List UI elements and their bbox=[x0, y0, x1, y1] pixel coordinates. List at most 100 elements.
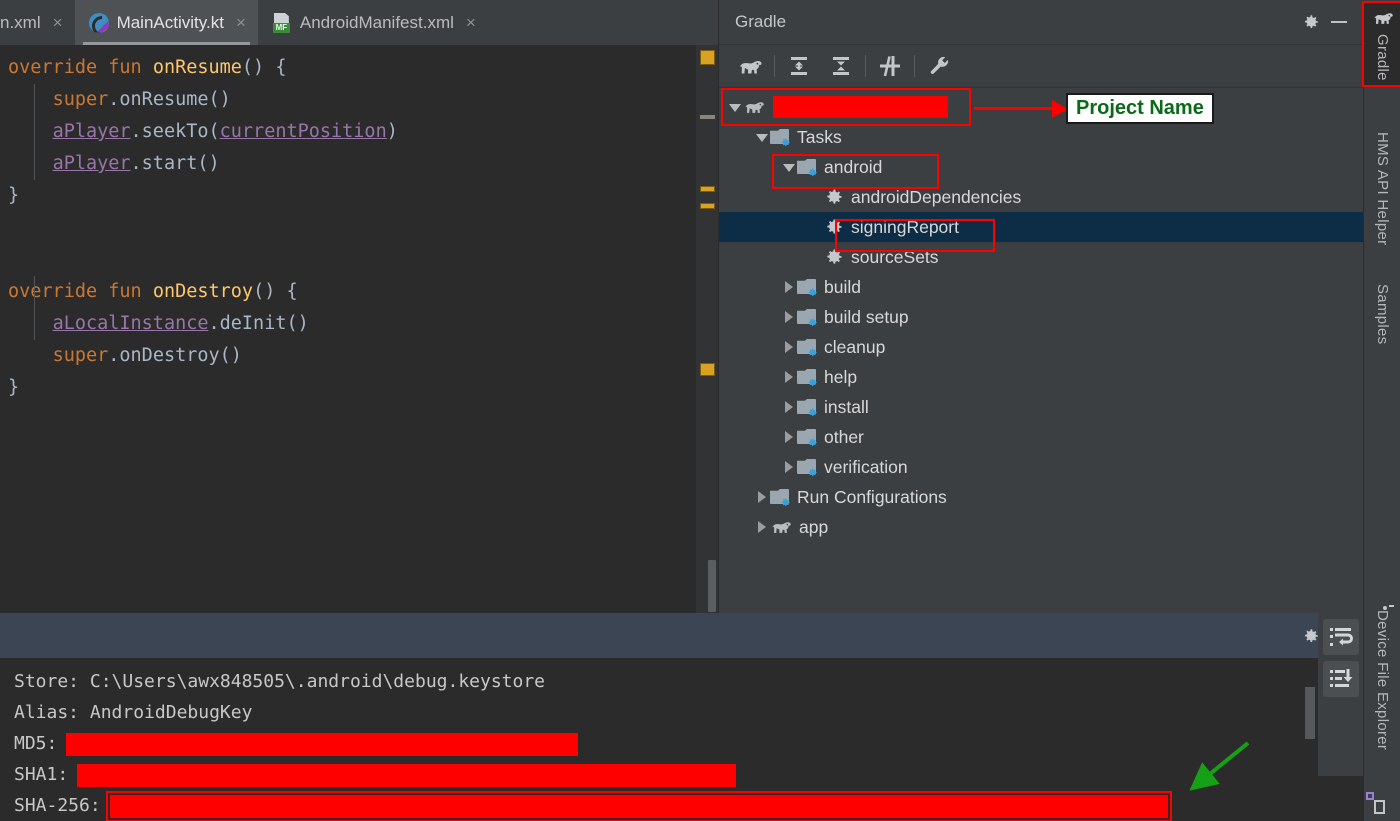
right-tab-label: Device File Explorer bbox=[1374, 610, 1391, 751]
chevron-right-icon[interactable] bbox=[781, 279, 797, 295]
right-tab-device-file-explorer[interactable]: Device File Explorer bbox=[1364, 600, 1400, 754]
code-content[interactable]: override fun onResume() { super.onResume… bbox=[0, 45, 718, 404]
code-editor[interactable]: override fun onResume() { super.onResume… bbox=[0, 45, 718, 613]
folder-gear-icon bbox=[797, 308, 817, 327]
chevron-right-icon[interactable] bbox=[781, 369, 797, 385]
chevron-right-icon[interactable] bbox=[754, 489, 770, 505]
editor-tab-xml[interactable]: n.xml × bbox=[0, 0, 75, 45]
warning-marker[interactable] bbox=[700, 363, 715, 376]
chevron-right-icon[interactable] bbox=[781, 399, 797, 415]
right-tab-label: Samples bbox=[1374, 284, 1391, 345]
tree-item-label: androidDependencies bbox=[851, 186, 1022, 207]
editor-tab-label: MainActivity.kt bbox=[116, 12, 224, 32]
code-line: } bbox=[8, 377, 20, 398]
folder-gear-icon bbox=[797, 278, 817, 297]
right-tab-samples[interactable]: Samples bbox=[1364, 280, 1400, 348]
console-line-label: MD5: bbox=[14, 733, 58, 754]
run-output-panel: Store: C:\Users\awx848505\.android\debug… bbox=[0, 613, 1363, 821]
editor-vertical-scrollbar[interactable] bbox=[708, 560, 716, 612]
scroll-to-end-button[interactable] bbox=[1322, 661, 1359, 697]
gradle-minimize-icon[interactable] bbox=[1325, 8, 1353, 36]
tree-item-install[interactable]: install bbox=[719, 392, 1363, 422]
chevron-right-icon[interactable] bbox=[781, 459, 797, 475]
folder-gear-icon bbox=[797, 338, 817, 357]
tree-item-verification[interactable]: verification bbox=[719, 452, 1363, 482]
code-line: aPlayer.seekTo(currentPosition) bbox=[52, 121, 398, 142]
console-line-label: SHA1: bbox=[14, 764, 69, 785]
toggle-offline-mode-button[interactable] bbox=[869, 48, 911, 84]
editor-error-stripe[interactable] bbox=[696, 45, 718, 613]
folder-gear-icon bbox=[797, 368, 817, 387]
collapse-all-button[interactable] bbox=[820, 48, 862, 84]
right-tab-hms-api-helper[interactable]: HMS API Helper bbox=[1364, 128, 1400, 249]
chevron-right-icon[interactable] bbox=[781, 309, 797, 325]
console-line: Alias: AndroidDebugKey bbox=[14, 697, 1363, 728]
close-icon[interactable]: × bbox=[466, 14, 476, 31]
tree-item-cleanup[interactable]: cleanup bbox=[719, 332, 1363, 362]
gradle-task-tree[interactable]: Tasks android androidDependencies signingRe… bbox=[719, 88, 1363, 613]
task-gear-icon bbox=[824, 217, 844, 237]
editor-tab-manifest[interactable]: MF AndroidManifest.xml × bbox=[258, 0, 488, 45]
tree-item-other[interactable]: other bbox=[719, 422, 1363, 452]
code-line: override fun onDestroy() { bbox=[8, 281, 298, 302]
chevron-right-icon[interactable] bbox=[781, 429, 797, 445]
redacted-value bbox=[66, 732, 579, 756]
tree-item-source-sets[interactable]: sourceSets bbox=[719, 242, 1363, 272]
indent-guide bbox=[34, 276, 35, 340]
editor-tab-label: n.xml bbox=[0, 12, 41, 32]
task-gear-icon bbox=[824, 247, 844, 267]
console-line: MD5: bbox=[14, 728, 1363, 759]
tree-item-tasks[interactable]: Tasks bbox=[719, 122, 1363, 152]
tree-item-label: sourceSets bbox=[851, 246, 939, 267]
tree-item-build[interactable]: build bbox=[719, 272, 1363, 302]
tree-item-app[interactable]: app bbox=[719, 512, 1363, 542]
elephant-icon bbox=[743, 98, 765, 116]
tree-item-build-setup[interactable]: build setup bbox=[719, 302, 1363, 332]
close-icon[interactable]: × bbox=[236, 14, 246, 31]
tree-item-android[interactable]: android bbox=[719, 152, 1363, 182]
tree-item-help[interactable]: help bbox=[719, 362, 1363, 392]
kotlin-file-icon bbox=[88, 12, 109, 33]
close-icon[interactable]: × bbox=[53, 14, 63, 31]
chevron-right-icon[interactable] bbox=[781, 339, 797, 355]
tree-item-android-dependencies[interactable]: androidDependencies bbox=[719, 182, 1363, 212]
soft-wrap-toggle-button[interactable] bbox=[1322, 619, 1359, 655]
tree-item-label: app bbox=[799, 516, 829, 537]
execute-gradle-task-button[interactable] bbox=[729, 48, 771, 84]
changed-lines-marker[interactable] bbox=[700, 115, 715, 119]
run-panel-header bbox=[0, 613, 1363, 658]
console-vertical-scrollbar[interactable] bbox=[1305, 687, 1315, 739]
chevron-down-icon[interactable] bbox=[754, 129, 770, 145]
warning-marker[interactable] bbox=[700, 50, 715, 65]
code-line: super.onResume() bbox=[52, 89, 231, 110]
console-line-label: SHA-256: bbox=[14, 795, 101, 816]
editor-tab-mainactivity[interactable]: MainActivity.kt × bbox=[74, 0, 258, 45]
folder-gear-icon bbox=[797, 458, 817, 477]
gradle-settings-wrench-icon[interactable] bbox=[918, 48, 960, 84]
annotation-arrow-line bbox=[974, 107, 1054, 110]
warning-marker[interactable] bbox=[700, 203, 715, 209]
console-line-value: C:\Users\awx848505\.android\debug.keysto… bbox=[79, 671, 546, 692]
tree-item-signing-report[interactable]: signingReport bbox=[719, 212, 1363, 242]
tree-item-label: build bbox=[824, 276, 861, 297]
android-manifest-icon: MF bbox=[272, 12, 292, 33]
tree-item-run-configurations[interactable]: Run Configurations bbox=[719, 482, 1363, 512]
editor-tab-bar: n.xml × MainActivity.kt × MF AndroidMani… bbox=[0, 0, 718, 45]
elephant-icon bbox=[770, 518, 792, 536]
right-tab-gradle[interactable]: Gradle bbox=[1362, 1, 1400, 87]
gradle-settings-gear-icon[interactable] bbox=[1297, 8, 1325, 36]
console-line-label: Alias: bbox=[14, 702, 80, 723]
expand-all-button[interactable] bbox=[778, 48, 820, 84]
folder-gear-icon bbox=[770, 128, 790, 147]
warning-marker[interactable] bbox=[700, 186, 715, 192]
chevron-down-icon[interactable] bbox=[781, 159, 797, 175]
chevron-right-icon[interactable] bbox=[754, 519, 770, 535]
tree-item-label: other bbox=[824, 426, 864, 447]
right-tab-label: HMS API Helper bbox=[1374, 132, 1391, 246]
code-line: override fun onResume() { bbox=[8, 57, 287, 78]
chevron-down-icon[interactable] bbox=[727, 99, 743, 115]
console-output[interactable]: Store: C:\Users\awx848505\.android\debug… bbox=[0, 658, 1363, 821]
